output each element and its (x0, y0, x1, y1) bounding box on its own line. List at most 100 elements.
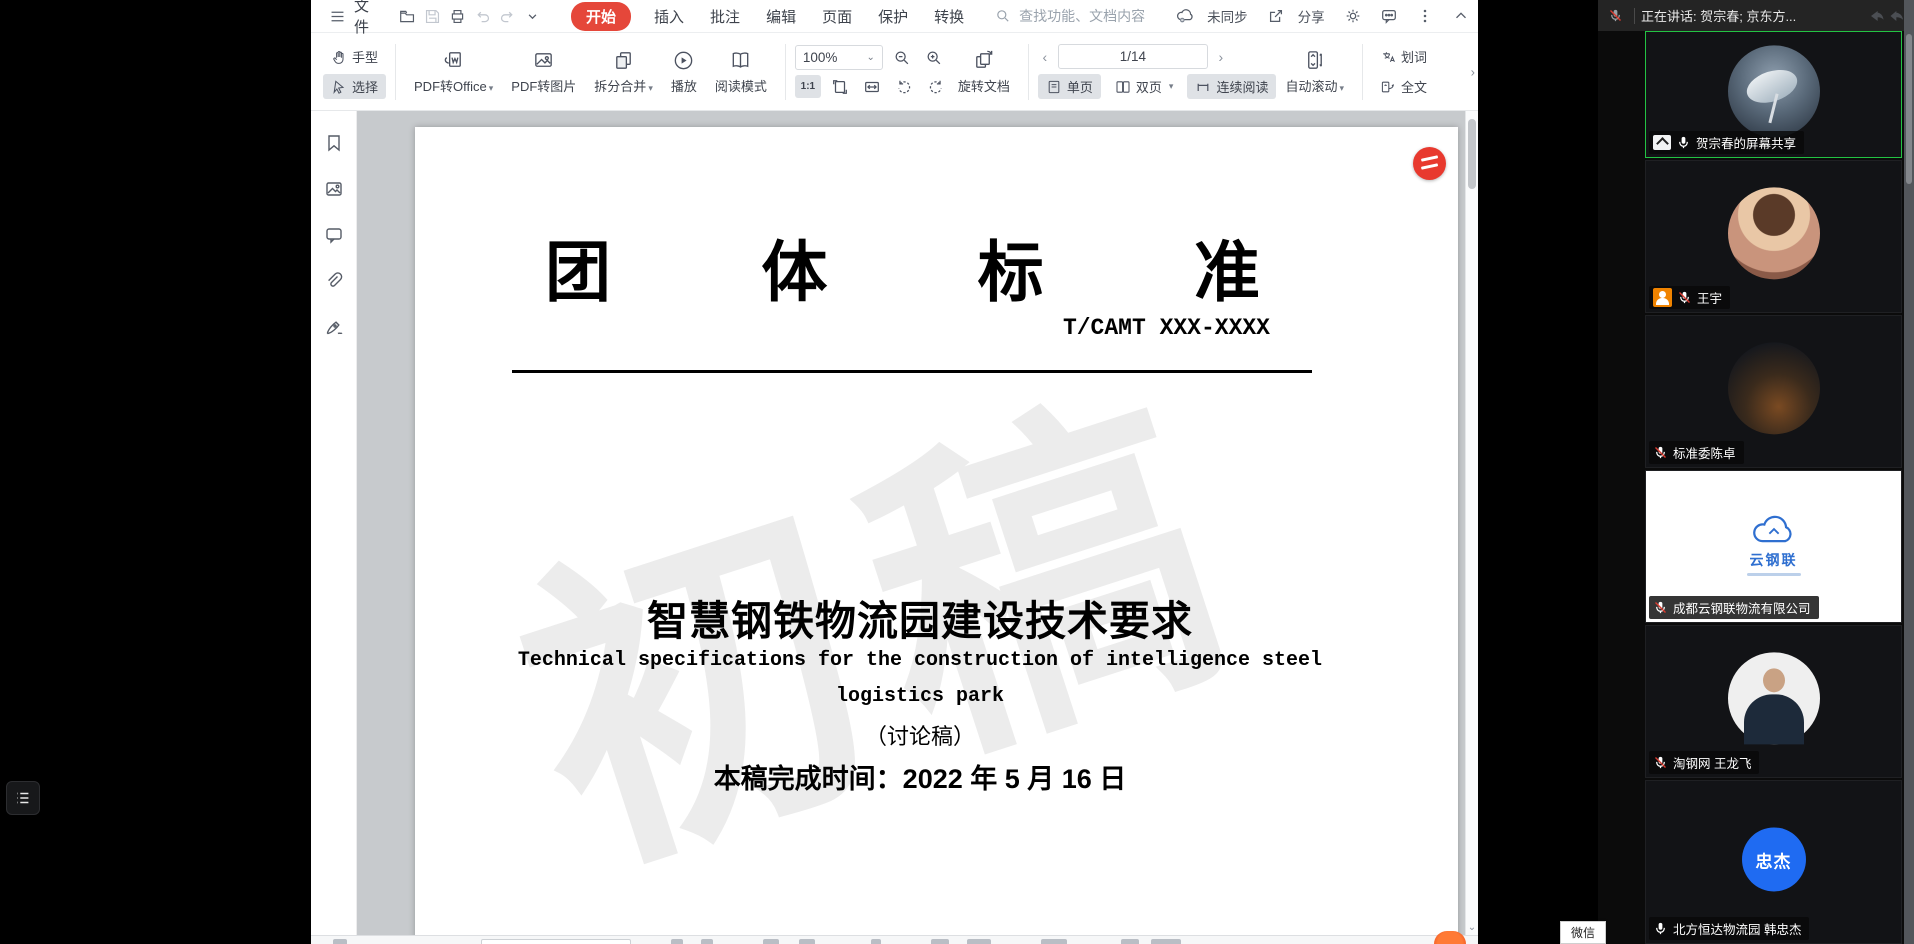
ribbon-expander-chevron[interactable]: › (1471, 64, 1475, 79)
scroll-down-arrow[interactable]: ⌄ (1466, 922, 1478, 933)
zoom-in-button[interactable] (921, 46, 947, 69)
play-button[interactable]: 播放 (662, 49, 706, 95)
zoom-level-select[interactable]: 100% ⌄ (795, 45, 883, 70)
pdf-to-image-label: PDF转图片 (511, 76, 576, 95)
satellite-dish-avatar (1728, 45, 1820, 137)
document-viewport[interactable]: 初稿 团 体 标 准 T/CAMT XXX-XXXX 智慧钢铁物流园建设技术要求… (357, 111, 1478, 935)
back-arrow-icon[interactable] (1866, 6, 1886, 26)
word-translate-label: 划词 (1401, 47, 1427, 66)
cloud-steel-logo: 云钢联 (1747, 512, 1801, 575)
participant-tile-company[interactable]: 云钢联 成都云钢联物流有限公司 (1645, 470, 1902, 623)
rotate-document-label: 旋转文档 (958, 76, 1010, 95)
share-icon[interactable] (1265, 5, 1287, 27)
file-menu[interactable]: 文件 (354, 0, 369, 37)
tab-page[interactable]: 页面 (822, 6, 852, 27)
dropdown-caret: ▾ (1339, 83, 1344, 93)
actual-size-button[interactable]: 1:1 (795, 75, 821, 98)
word-translate-icon (1380, 49, 1396, 65)
rotate-left-button[interactable] (891, 75, 917, 98)
snapshot-image-icon[interactable] (324, 179, 344, 199)
fit-width-button[interactable] (859, 75, 885, 98)
auto-scroll-label: 自动滚动 (1285, 79, 1337, 94)
undo-icon[interactable] (474, 5, 491, 27)
participant-tile-screen-share[interactable]: 贺宗春的屏幕共享 (1645, 31, 1902, 158)
split-merge-button[interactable]: 拆分合并▾ (585, 49, 662, 95)
share-label[interactable]: 分享 (1298, 6, 1325, 26)
screen-share-icon (1653, 135, 1671, 150)
print-icon[interactable] (449, 5, 466, 27)
participant-tile[interactable]: 王宇 (1645, 160, 1902, 313)
play-label: 播放 (671, 76, 697, 95)
document-title-cn: 智慧钢铁物流园建设技术要求 (415, 587, 1425, 647)
floating-red-stamp-badge[interactable] (1413, 147, 1446, 180)
split-merge-label: 拆分合并 (594, 79, 646, 94)
read-mode-label: 阅读模式 (715, 76, 767, 95)
mic-on-icon (1653, 921, 1668, 936)
collapse-chevron-up-icon[interactable] (1450, 5, 1472, 27)
save-icon[interactable] (424, 5, 441, 27)
cloud-sync-icon[interactable] (1174, 5, 1196, 27)
muted-mic-icon[interactable] (1598, 8, 1632, 23)
settings-gear-icon[interactable] (1342, 5, 1364, 27)
scrollbar-thumb[interactable] (1906, 34, 1912, 184)
read-mode-button[interactable]: 阅读模式 (706, 49, 776, 95)
sync-status-label[interactable]: 未同步 (1207, 6, 1248, 26)
pdf-to-image-button[interactable]: PDF转图片 (502, 49, 585, 95)
tab-edit[interactable]: 编辑 (766, 6, 796, 27)
wps-taskbar-logo-clipped[interactable] (1434, 931, 1466, 944)
attachment-clip-icon[interactable] (324, 271, 344, 291)
horizontal-rule (512, 370, 1312, 373)
hand-tool-button[interactable]: 手型 (323, 44, 386, 69)
tab-protect[interactable]: 保护 (878, 6, 908, 27)
standard-number: T/CAMT XXX-XXXX (1063, 315, 1270, 341)
tab-insert[interactable]: 插入 (654, 6, 684, 27)
auto-scroll-button[interactable]: 自动滚动▾ (1276, 49, 1353, 95)
rotate-right-button[interactable] (923, 75, 949, 98)
portrait-avatar (1728, 652, 1820, 744)
zoom-out-button[interactable] (889, 46, 915, 69)
next-page-button[interactable]: › (1214, 49, 1228, 65)
word-translate-button[interactable]: 划词 (1372, 44, 1435, 69)
single-page-button[interactable]: 单页 (1038, 74, 1101, 99)
pdf-to-office-label: PDF转Office (414, 79, 487, 94)
screen: 文件 开始 插入 批注 编辑 页面 (0, 0, 1914, 944)
rotate-document-button[interactable]: 旋转文档 (949, 49, 1019, 95)
participant-name-label: 贺宗春的屏幕共享 (1649, 131, 1804, 154)
divider (1028, 44, 1029, 100)
open-folder-icon[interactable] (399, 5, 416, 27)
chevron-down-icon[interactable] (524, 5, 541, 27)
bookmark-icon[interactable] (324, 133, 344, 153)
split-merge-icon (612, 49, 635, 72)
floating-outline-button[interactable] (6, 781, 40, 815)
full-text-translate-button[interactable]: 全文 (1372, 74, 1435, 99)
tab-annotate[interactable]: 批注 (710, 6, 740, 27)
continuous-read-button[interactable]: 连续阅读 (1187, 74, 1276, 99)
select-tool-button[interactable]: 选择 (323, 74, 386, 99)
fit-page-button[interactable] (827, 75, 853, 98)
tab-home[interactable]: 开始 (571, 2, 631, 31)
two-page-icon (1115, 79, 1131, 95)
document-scrollbar[interactable]: ⌄ (1465, 111, 1478, 935)
pdf-to-office-button[interactable]: PDF转Office▾ (405, 49, 502, 95)
hamburger-menu-icon[interactable] (329, 5, 346, 27)
comment-icon[interactable] (324, 225, 344, 245)
scrollbar-thumb[interactable] (1468, 119, 1476, 189)
tab-convert[interactable]: 转换 (934, 6, 964, 27)
meeting-scrollbar[interactable] (1904, 0, 1914, 944)
participant-name: 成都云钢联物流有限公司 (1673, 598, 1811, 617)
page-indicator[interactable]: 1/14 (1058, 44, 1208, 69)
prev-page-button[interactable]: ‹ (1038, 49, 1052, 65)
continuous-read-label: 连续阅读 (1216, 77, 1268, 96)
redo-icon[interactable] (499, 5, 516, 27)
left-tool-rail (311, 111, 357, 935)
participant-tile[interactable]: 标准委陈卓 (1645, 315, 1902, 468)
participant-tile[interactable]: 淘钢网 王龙飞 (1645, 625, 1902, 778)
participant-tile[interactable]: 忠杰 北方恒达物流园 韩忠杰 (1645, 780, 1902, 944)
two-page-button[interactable]: 双页 ▾ (1107, 74, 1182, 99)
status-bar-clipped (311, 935, 1478, 944)
more-kebab-icon[interactable] (1414, 5, 1436, 27)
search-input[interactable] (1017, 7, 1167, 25)
search-box[interactable] (995, 7, 1167, 25)
comment-bubble-icon[interactable] (1378, 5, 1400, 27)
signature-pen-icon[interactable] (324, 317, 344, 337)
